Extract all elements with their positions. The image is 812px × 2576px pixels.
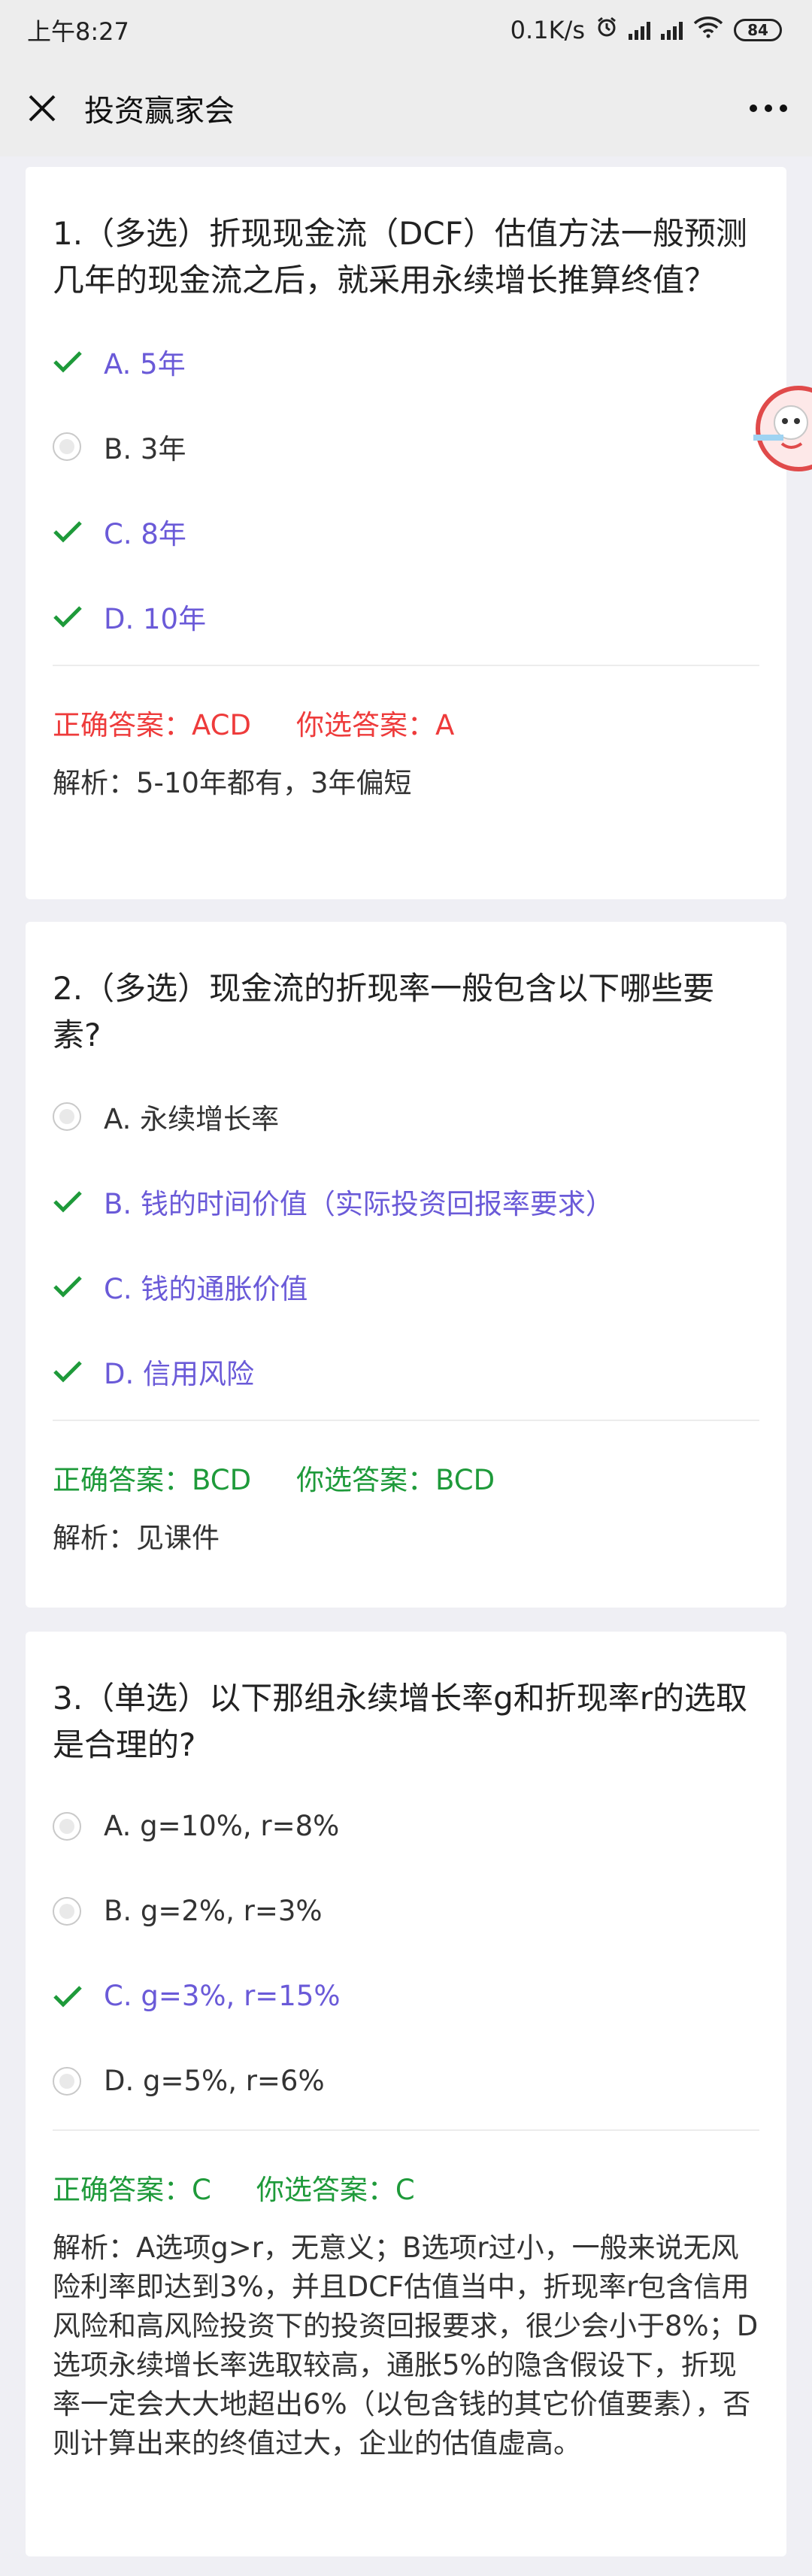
option-b[interactable]: B. g=2%, r=3% (53, 1868, 759, 1953)
close-icon (29, 95, 56, 122)
option-a[interactable]: A. 5年 (53, 319, 759, 404)
check-icon (53, 350, 104, 373)
your-answer: 你选答案：C (256, 2174, 415, 2206)
question-text: 2.（多选）现金流的折现率一般包含以下哪些要素? (53, 970, 715, 1053)
signal-icon (629, 20, 650, 40)
net-speed: 0.1K/s (510, 16, 585, 44)
more-dot-icon (750, 105, 757, 112)
floating-mascot-icon[interactable] (753, 376, 812, 481)
option-label: B. g=2%, r=3% (104, 1895, 323, 1927)
correct-answer: 正确答案：BCD (53, 1464, 252, 1496)
more-dot-icon (780, 105, 787, 112)
answer-summary: 正确答案：BCD 你选答案：BCD (53, 1457, 759, 1498)
option-a[interactable]: A. 永续增长率 (53, 1074, 759, 1159)
option-label: A. 5年 (104, 347, 186, 380)
correct-answer: 正确答案：C (53, 2174, 211, 2206)
option-label: B. 3年 (104, 432, 186, 465)
analysis-text: 解析：5-10年都有，3年偏短 (53, 767, 412, 799)
answer-summary: 正确答案：C 你选答案：C (53, 2167, 759, 2208)
option-label: A. 永续增长率 (104, 1102, 280, 1135)
option-d[interactable]: D. 10年 (53, 574, 759, 659)
radio-icon (53, 1102, 81, 1131)
option-c[interactable]: C. g=3%, r=15% (53, 1953, 759, 2038)
radio-icon (53, 432, 81, 461)
analysis-text: 解析：A选项g>r，无意义；B选项r过小，一般来说无风险利率即达到3%，并且DC… (53, 2232, 759, 2459)
option-b[interactable]: B. 钱的时间价值（实际投资回报率要求） (53, 1159, 759, 1244)
option-label: C. g=3%, r=15% (104, 1980, 341, 2012)
question-text: 3.（单选）以下那组永续增长率g和折现率r的选取是合理的? (53, 1680, 748, 1763)
option-d[interactable]: D. g=5%, r=6% (53, 2038, 759, 2123)
question-card-1: 1.（多选）折现现金流（DCF）估值方法一般预测几年的现金流之后，就采用永续增长… (26, 167, 786, 899)
option-label: A. g=10%, r=8% (104, 1810, 340, 1842)
check-icon (53, 1985, 104, 2008)
check-icon (53, 520, 104, 543)
more-dot-icon (765, 105, 772, 112)
check-icon (53, 605, 104, 628)
nav-bar: 投资赢家会 (0, 60, 812, 156)
more-button[interactable] (741, 86, 795, 131)
radio-icon (53, 1896, 81, 1926)
question-text: 1.（多选）折现现金流（DCF）估值方法一般预测几年的现金流之后，就采用永续增长… (53, 215, 747, 299)
question-card-3: 3.（单选）以下那组永续增长率g和折现率r的选取是合理的? A. g=10%, … (26, 1632, 786, 2556)
option-a[interactable]: A. g=10%, r=8% (53, 1784, 759, 1868)
check-icon (53, 1190, 104, 1213)
question-card-2: 2.（多选）现金流的折现率一般包含以下哪些要素? A. 永续增长率 B. 钱的时… (26, 922, 786, 1608)
option-label: D. g=5%, r=6% (104, 2065, 325, 2097)
option-label: B. 钱的时间价值（实际投资回报率要求） (104, 1187, 614, 1220)
analysis-text: 解析：见课件 (53, 1522, 220, 1554)
your-answer: 你选答案：A (296, 709, 455, 741)
option-c[interactable]: C. 8年 (53, 489, 759, 574)
option-label: D. 10年 (104, 602, 207, 635)
divider (53, 665, 759, 666)
divider (53, 1420, 759, 1421)
battery-indicator: 84 (734, 19, 782, 41)
status-bar: 上午8:27 0.1K/s 84 (0, 0, 812, 60)
status-time: 上午8:27 (27, 17, 129, 46)
check-icon (53, 1360, 104, 1383)
signal-icon-2 (661, 20, 683, 40)
your-answer: 你选答案：BCD (296, 1464, 495, 1496)
alarm-icon (595, 16, 618, 44)
option-c[interactable]: C. 钱的通胀价值 (53, 1244, 759, 1329)
status-indicators: 0.1K/s 84 (511, 16, 782, 44)
wifi-icon (693, 16, 723, 44)
option-d[interactable]: D. 信用风险 (53, 1329, 759, 1414)
option-b[interactable]: B. 3年 (53, 404, 759, 489)
radio-icon (53, 2066, 81, 2096)
radio-icon (53, 1811, 81, 1841)
correct-answer: 正确答案：ACD (53, 709, 251, 741)
page-title: 投资赢家会 (84, 94, 235, 129)
option-label: D. 信用风险 (104, 1357, 255, 1390)
divider (53, 2129, 759, 2131)
option-label: C. 钱的通胀价值 (104, 1272, 308, 1305)
check-icon (53, 1275, 104, 1298)
answer-summary: 正确答案：ACD 你选答案：A (53, 702, 759, 743)
close-button[interactable] (0, 60, 84, 156)
option-label: C. 8年 (104, 517, 186, 550)
